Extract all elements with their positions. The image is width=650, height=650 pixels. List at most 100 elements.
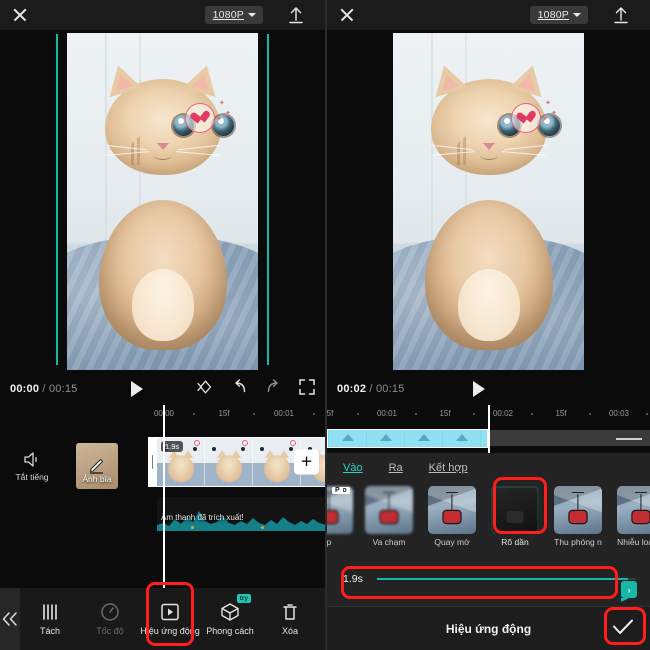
double-chevron-left-icon xyxy=(0,611,20,627)
selected-clip[interactable] xyxy=(327,429,488,448)
resolution-label: 1080P xyxy=(538,9,569,21)
ruler-dot xyxy=(357,413,359,415)
tool-label: Hiệu ứng động xyxy=(140,626,200,636)
slider-knob[interactable]: › xyxy=(621,581,637,598)
effect-item-selected[interactable]: Rõ dần xyxy=(488,486,542,555)
time-separator: / xyxy=(369,383,372,395)
left-video-preview[interactable]: ✦ ✦ ✦ xyxy=(0,30,325,373)
effect-thumbnail xyxy=(491,486,539,534)
right-timeline[interactable] xyxy=(327,425,650,455)
slider-fill xyxy=(377,578,628,580)
upload-arrow-icon[interactable] xyxy=(610,4,632,26)
heart-sticker xyxy=(185,103,215,133)
effect-item[interactable]: p xyxy=(327,486,353,555)
slider-value-label: 1.9s xyxy=(343,573,373,585)
effect-label: Quay mờ xyxy=(434,537,469,547)
split-icon xyxy=(39,602,61,622)
sparkle-icon: ✦ xyxy=(219,99,225,107)
audio-track[interactable]: Âm thanh đã trích xuất! xyxy=(157,497,325,531)
duration-slider-track[interactable]: › xyxy=(377,578,636,580)
ruler-tick: 15f xyxy=(218,409,229,418)
tool-label: Tốc độ xyxy=(96,626,124,636)
confirm-check-button[interactable] xyxy=(610,615,636,642)
speaker-mute-icon xyxy=(22,451,42,468)
pro-badge: P xyxy=(332,487,343,494)
sheet-title: Hiệu ứng động xyxy=(446,622,531,636)
time-separator: / xyxy=(42,383,45,395)
transport-icon-group xyxy=(196,379,315,400)
ruler-dot xyxy=(415,413,417,415)
track-line xyxy=(616,438,642,440)
tool-animation[interactable]: Hiệu ứng động xyxy=(140,588,200,650)
keyframe-diamond-icon[interactable] xyxy=(196,379,214,400)
dual-screenshot-app: 1080P xyxy=(0,0,650,650)
duration-slider-row[interactable]: 1.9s › xyxy=(327,561,650,597)
video-clip-container[interactable]: 1.9s + xyxy=(148,437,325,487)
tool-style[interactable]: try Phong cách xyxy=(200,588,260,650)
add-clip-button[interactable]: + xyxy=(294,450,319,475)
video-frame: ✦ ✦ ✦ xyxy=(67,33,258,370)
ruler-dot xyxy=(313,413,315,415)
play-triangle-icon[interactable] xyxy=(131,381,143,397)
playhead[interactable] xyxy=(163,405,165,588)
ruler-dot xyxy=(193,413,195,415)
effect-item[interactable]: Thu phóng n xyxy=(551,486,605,555)
close-icon[interactable] xyxy=(337,5,357,25)
tool-speed[interactable]: Tốc độ xyxy=(80,588,140,650)
collapse-toolbar-button[interactable] xyxy=(0,588,20,650)
effect-thumbnail xyxy=(365,486,413,534)
effect-label: p xyxy=(327,537,331,547)
sparkle-icon: ✦ xyxy=(216,115,222,123)
right-transport-bar: 00:02 / 00:15 xyxy=(327,373,650,405)
tool-split[interactable]: Tách xyxy=(20,588,80,650)
heart-icon xyxy=(519,111,534,125)
style-cube-icon xyxy=(219,602,241,622)
ruler-dot xyxy=(531,413,533,415)
effect-list[interactable]: p Pro Va chạm Quay mờ xyxy=(327,483,650,555)
tool-label: Xóa xyxy=(282,626,298,636)
ruler-tick: 00:01 xyxy=(377,409,397,418)
tab-vao[interactable]: Vào xyxy=(343,462,363,477)
play-triangle-icon[interactable] xyxy=(473,381,485,397)
resolution-label: 1080P xyxy=(213,9,244,21)
undo-arrow-icon[interactable] xyxy=(231,379,248,399)
fullscreen-expand-icon[interactable] xyxy=(299,379,315,400)
effect-item[interactable]: Quay mờ xyxy=(425,486,479,555)
effect-item[interactable]: Pro Va chạm xyxy=(362,486,416,555)
keyframe-dot[interactable] xyxy=(261,526,264,529)
sparkle-icon: ✦ xyxy=(551,109,557,117)
playhead[interactable] xyxy=(488,405,490,453)
tool-delete[interactable]: Xóa xyxy=(260,588,320,650)
redo-arrow-icon[interactable] xyxy=(265,379,282,399)
close-icon[interactable] xyxy=(10,5,30,25)
tab-ra[interactable]: Ra xyxy=(389,462,403,477)
left-header: 1080P xyxy=(0,0,325,30)
cat-nose xyxy=(157,143,169,150)
tool-label: Tách xyxy=(40,626,60,636)
cat-nose xyxy=(483,143,495,150)
effect-label: Va chạm xyxy=(373,537,406,547)
pencil-edit-icon xyxy=(87,454,107,474)
time-display: 00:00 / 00:15 xyxy=(10,383,77,395)
resolution-selector[interactable]: 1080P xyxy=(530,6,588,24)
tab-ket-hop[interactable]: Kết hợp xyxy=(429,462,468,477)
upload-arrow-icon[interactable] xyxy=(285,4,307,26)
current-time: 00:02 xyxy=(337,383,366,395)
tool-label: Phong cách xyxy=(206,626,254,636)
keyframe-dot[interactable] xyxy=(191,526,194,529)
effect-label: Thu phóng n xyxy=(554,537,602,547)
right-video-preview[interactable]: ✦ ✦ ✦ xyxy=(327,30,650,373)
clip-trim-handle-left[interactable] xyxy=(148,437,157,487)
ruler-dot xyxy=(589,413,591,415)
resolution-selector[interactable]: 1080P xyxy=(205,6,263,24)
speed-gauge-icon xyxy=(99,602,121,622)
ruler-tick: 00:02 xyxy=(493,409,513,418)
ruler-tick: 15f xyxy=(439,409,450,418)
video-clip-strip[interactable]: 1.9s + xyxy=(157,437,325,487)
left-transport-bar: 00:00 / 00:15 xyxy=(0,373,325,405)
effect-item[interactable]: Pro Nhiễu loạn II xyxy=(614,486,650,555)
cover-thumbnail-button[interactable]: Ảnh bìa xyxy=(76,443,118,489)
right-header: 1080P xyxy=(327,0,650,30)
left-bottom-toolbar: Tách Tốc độ Hiệu ứng động xyxy=(0,588,325,650)
mute-button[interactable]: Tắt tiếng xyxy=(0,451,64,482)
